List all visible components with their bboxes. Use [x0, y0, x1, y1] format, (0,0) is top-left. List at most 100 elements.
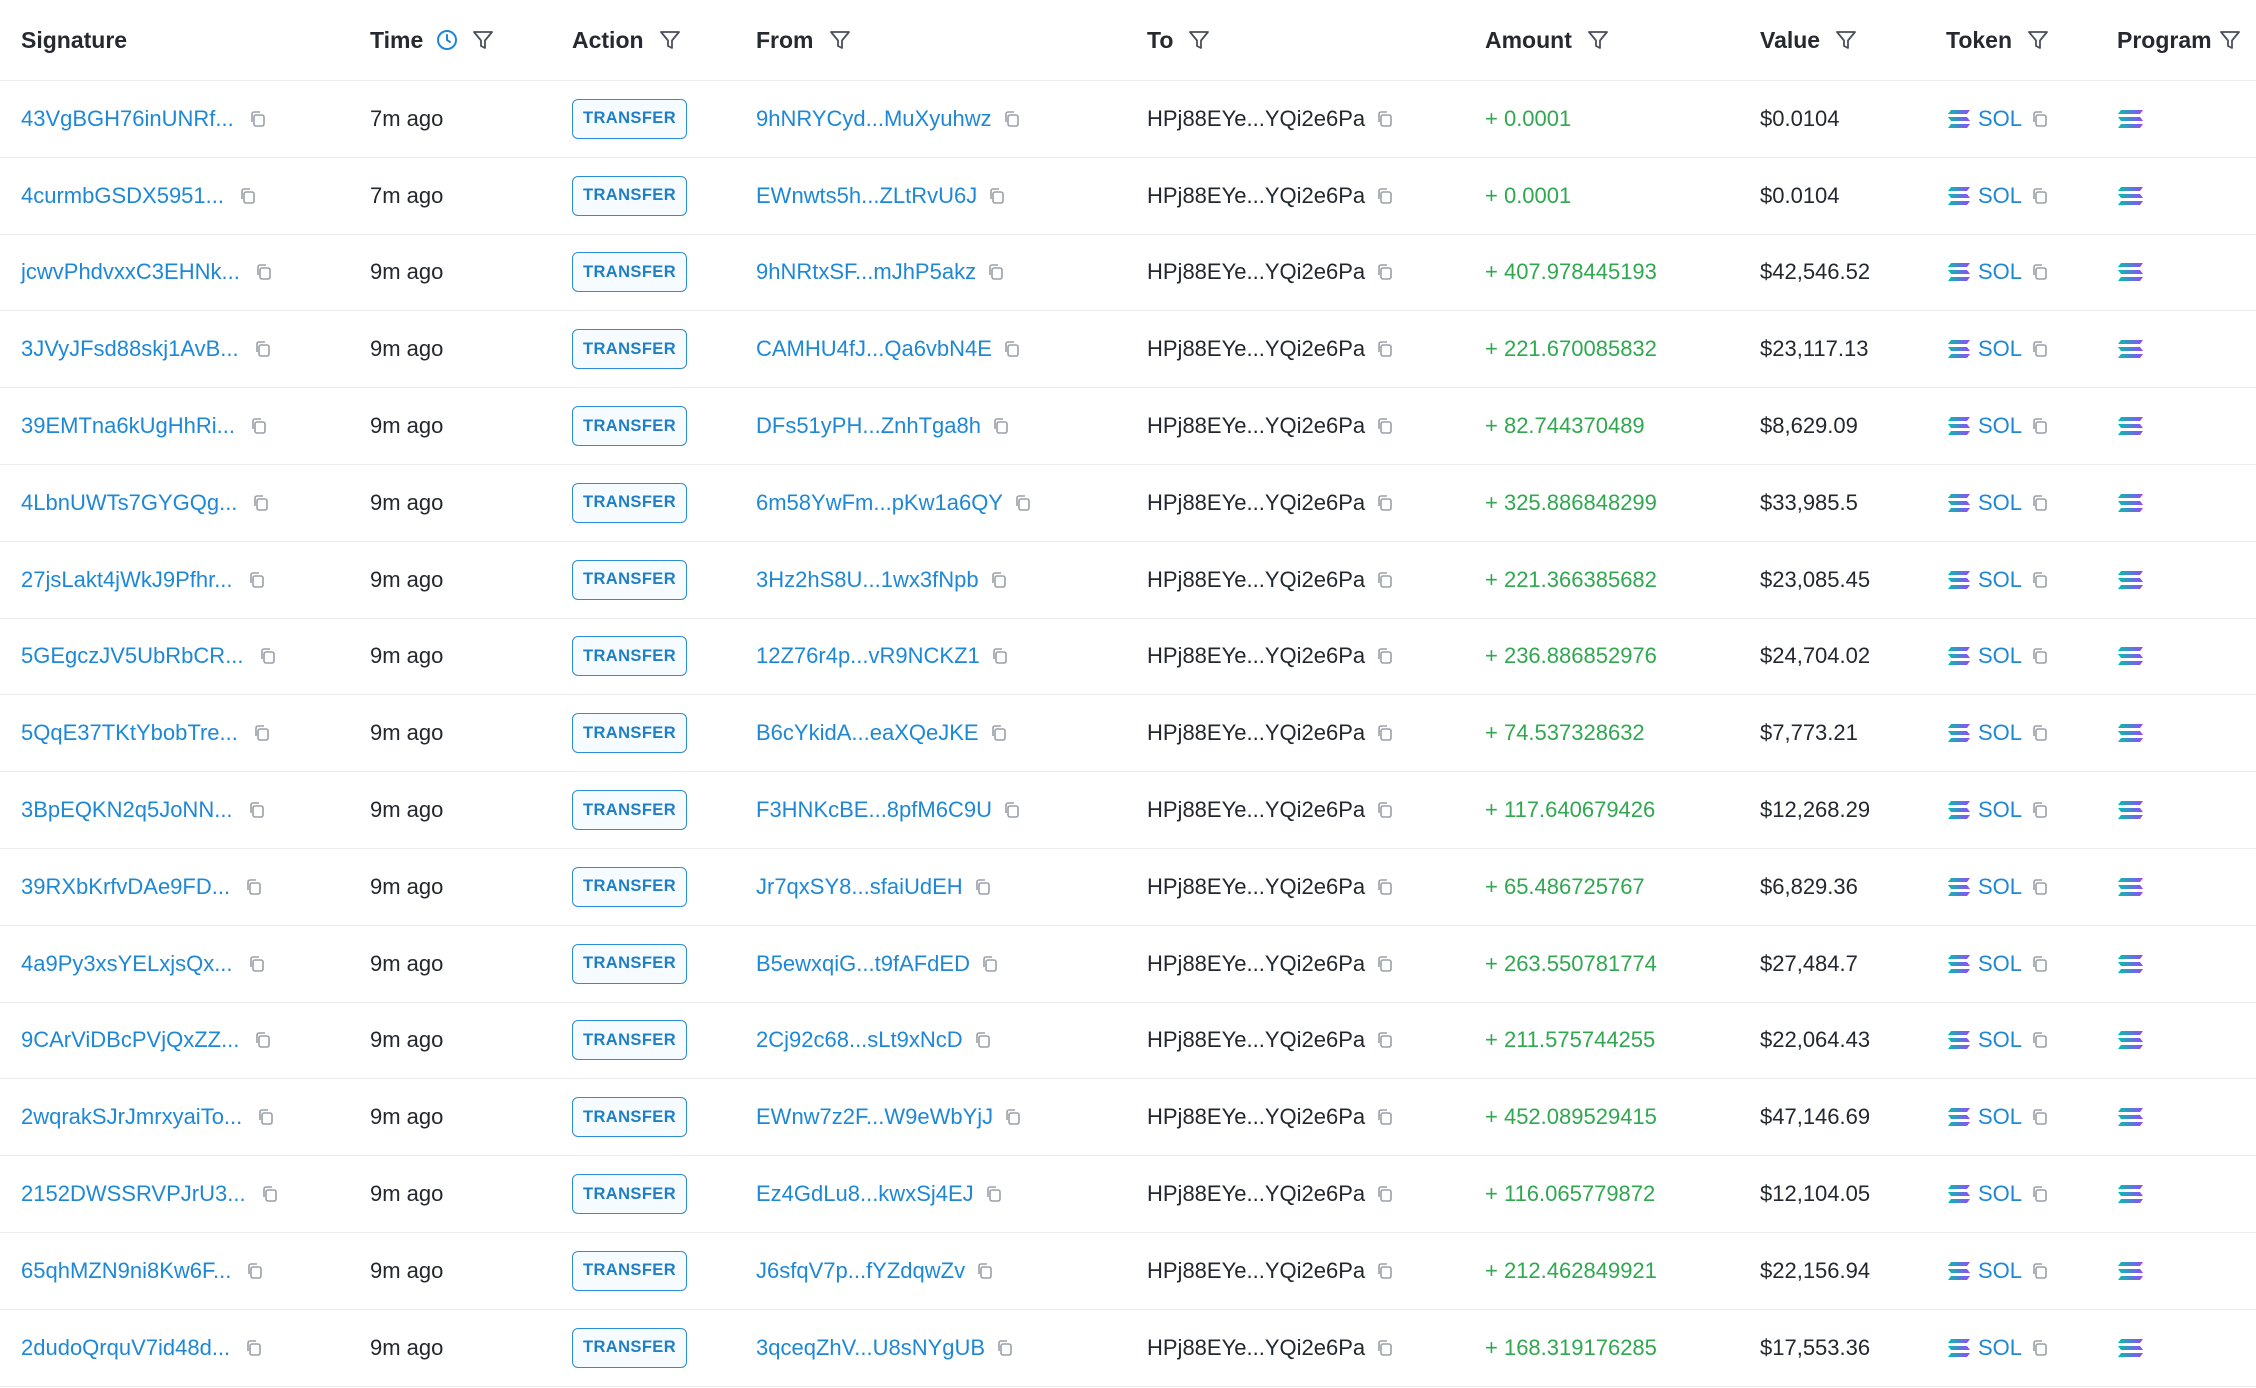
- signature-link[interactable]: 3JVyJFsd88skj1AvB...: [21, 336, 239, 362]
- copy-icon[interactable]: [1375, 186, 1395, 206]
- copy-icon[interactable]: [1375, 262, 1395, 282]
- filter-icon[interactable]: [1187, 28, 1211, 52]
- copy-icon[interactable]: [1375, 954, 1395, 974]
- copy-icon[interactable]: [249, 416, 269, 436]
- copy-icon[interactable]: [1375, 1261, 1395, 1281]
- from-address-link[interactable]: 9hNRYCyd...MuXyuhwz: [756, 106, 992, 132]
- copy-icon[interactable]: [2030, 416, 2050, 436]
- copy-icon[interactable]: [2030, 800, 2050, 820]
- signature-link[interactable]: 5QqE37TKtYbobTre...: [21, 720, 238, 746]
- token-link[interactable]: SOL: [1978, 1335, 2022, 1361]
- copy-icon[interactable]: [989, 723, 1009, 743]
- signature-link[interactable]: 9CArViDBcPVjQxZZ...: [21, 1027, 239, 1053]
- signature-link[interactable]: 43VgBGH76inUNRf...: [21, 106, 234, 132]
- copy-icon[interactable]: [2030, 109, 2050, 129]
- signature-link[interactable]: 4LbnUWTs7GYGQg...: [21, 490, 237, 516]
- copy-icon[interactable]: [989, 570, 1009, 590]
- copy-icon[interactable]: [986, 262, 1006, 282]
- copy-icon[interactable]: [1375, 570, 1395, 590]
- copy-icon[interactable]: [1375, 416, 1395, 436]
- solana-program-icon[interactable]: [2117, 261, 2145, 283]
- solana-program-icon[interactable]: [2117, 338, 2145, 360]
- copy-icon[interactable]: [244, 1338, 264, 1358]
- signature-link[interactable]: 2wqrakSJrJmrxyaiTo...: [21, 1104, 242, 1130]
- copy-icon[interactable]: [260, 1184, 280, 1204]
- copy-icon[interactable]: [2030, 1184, 2050, 1204]
- signature-link[interactable]: 65qhMZN9ni8Kw6F...: [21, 1258, 231, 1284]
- from-address-link[interactable]: Jr7qxSY8...sfaiUdEH: [756, 874, 963, 900]
- copy-icon[interactable]: [1375, 1184, 1395, 1204]
- signature-link[interactable]: 39EMTna6kUgHhRi...: [21, 413, 235, 439]
- copy-icon[interactable]: [2030, 262, 2050, 282]
- copy-icon[interactable]: [253, 1030, 273, 1050]
- from-address-link[interactable]: CAMHU4fJ...Qa6vbN4E: [756, 336, 992, 362]
- solana-program-icon[interactable]: [2117, 645, 2145, 667]
- copy-icon[interactable]: [1375, 1030, 1395, 1050]
- copy-icon[interactable]: [1002, 339, 1022, 359]
- token-link[interactable]: SOL: [1978, 1027, 2022, 1053]
- token-link[interactable]: SOL: [1978, 183, 2022, 209]
- signature-link[interactable]: 5GEgczJV5UbRbCR...: [21, 643, 244, 669]
- copy-icon[interactable]: [258, 646, 278, 666]
- copy-icon[interactable]: [2030, 723, 2050, 743]
- copy-icon[interactable]: [975, 1261, 995, 1281]
- from-address-link[interactable]: 2Cj92c68...sLt9xNcD: [756, 1027, 963, 1053]
- signature-link[interactable]: 39RXbKrfvDAe9FD...: [21, 874, 230, 900]
- signature-link[interactable]: 4a9Py3xsYELxjsQx...: [21, 951, 233, 977]
- copy-icon[interactable]: [2030, 1030, 2050, 1050]
- copy-icon[interactable]: [973, 877, 993, 897]
- token-link[interactable]: SOL: [1978, 1181, 2022, 1207]
- from-address-link[interactable]: B6cYkidA...eaXQeJKE: [756, 720, 979, 746]
- token-link[interactable]: SOL: [1978, 797, 2022, 823]
- copy-icon[interactable]: [991, 416, 1011, 436]
- copy-icon[interactable]: [973, 1030, 993, 1050]
- solana-program-icon[interactable]: [2117, 492, 2145, 514]
- signature-link[interactable]: 4curmbGSDX5951...: [21, 183, 224, 209]
- copy-icon[interactable]: [2030, 570, 2050, 590]
- clock-icon[interactable]: [435, 28, 459, 52]
- copy-icon[interactable]: [1375, 339, 1395, 359]
- signature-link[interactable]: 2152DWSSRVPJrU3...: [21, 1181, 246, 1207]
- filter-icon[interactable]: [1586, 28, 1610, 52]
- copy-icon[interactable]: [253, 339, 273, 359]
- filter-icon[interactable]: [828, 28, 852, 52]
- solana-program-icon[interactable]: [2117, 722, 2145, 744]
- copy-icon[interactable]: [2030, 877, 2050, 897]
- token-link[interactable]: SOL: [1978, 259, 2022, 285]
- token-link[interactable]: SOL: [1978, 106, 2022, 132]
- token-link[interactable]: SOL: [1978, 874, 2022, 900]
- token-link[interactable]: SOL: [1978, 336, 2022, 362]
- copy-icon[interactable]: [251, 493, 271, 513]
- solana-program-icon[interactable]: [2117, 1260, 2145, 1282]
- copy-icon[interactable]: [1375, 109, 1395, 129]
- copy-icon[interactable]: [1375, 877, 1395, 897]
- token-link[interactable]: SOL: [1978, 643, 2022, 669]
- solana-program-icon[interactable]: [2117, 876, 2145, 898]
- signature-link[interactable]: jcwvPhdvxxC3EHNk...: [21, 259, 240, 285]
- from-address-link[interactable]: B5ewxqiG...t9fAFdED: [756, 951, 970, 977]
- copy-icon[interactable]: [995, 1338, 1015, 1358]
- copy-icon[interactable]: [1375, 800, 1395, 820]
- solana-program-icon[interactable]: [2117, 185, 2145, 207]
- copy-icon[interactable]: [247, 800, 267, 820]
- copy-icon[interactable]: [2030, 186, 2050, 206]
- solana-program-icon[interactable]: [2117, 569, 2145, 591]
- filter-icon[interactable]: [471, 28, 495, 52]
- filter-icon[interactable]: [658, 28, 682, 52]
- copy-icon[interactable]: [984, 1184, 1004, 1204]
- token-link[interactable]: SOL: [1978, 951, 2022, 977]
- solana-program-icon[interactable]: [2117, 108, 2145, 130]
- solana-program-icon[interactable]: [2117, 1183, 2145, 1205]
- copy-icon[interactable]: [238, 186, 258, 206]
- copy-icon[interactable]: [248, 109, 268, 129]
- copy-icon[interactable]: [1375, 493, 1395, 513]
- copy-icon[interactable]: [2030, 339, 2050, 359]
- from-address-link[interactable]: 9hNRtxSF...mJhP5akz: [756, 259, 976, 285]
- token-link[interactable]: SOL: [1978, 413, 2022, 439]
- copy-icon[interactable]: [2030, 1338, 2050, 1358]
- copy-icon[interactable]: [1375, 1338, 1395, 1358]
- copy-icon[interactable]: [987, 186, 1007, 206]
- solana-program-icon[interactable]: [2117, 799, 2145, 821]
- copy-icon[interactable]: [256, 1107, 276, 1127]
- copy-icon[interactable]: [2030, 646, 2050, 666]
